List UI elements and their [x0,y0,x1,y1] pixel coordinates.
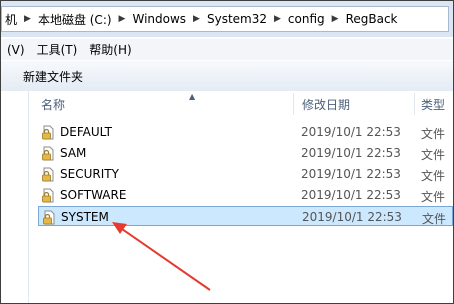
chevron-right-icon[interactable]: ▶ [328,14,343,24]
file-type: 文件 [421,127,446,141]
file-row-security[interactable]: SECURITY 2019/10/1 22:53 文件 [38,164,453,184]
navigation-pane[interactable] [1,91,29,303]
breadcrumb-system32[interactable]: System32 [204,12,270,26]
chevron-right-icon[interactable]: ▶ [189,14,204,24]
address-bar-row: 机 ▶ 本地磁盘 (C:) ▶ Windows ▶ System32 ▶ con… [1,1,453,37]
file-date: 2019/10/1 22:53 [301,188,401,202]
column-header-name[interactable]: 名称 [41,91,65,117]
menu-help[interactable]: 帮助(H) [83,41,137,58]
file-row-default[interactable]: DEFAULT 2019/10/1 22:53 文件 [38,122,453,142]
column-header: ▲ 名称 修改日期 类型 [29,91,453,117]
breadcrumb-regback[interactable]: RegBack [343,12,401,26]
chevron-right-icon[interactable]: ▶ [20,14,35,24]
file-name: SYSTEM [61,210,109,224]
file-date: 2019/10/1 22:53 [301,146,401,160]
menu-tools[interactable]: 工具(T) [31,41,84,58]
breadcrumb-config[interactable]: config [285,12,328,26]
locked-file-icon [42,188,54,203]
file-date: 2019/10/1 22:53 [302,210,402,224]
locked-file-icon [42,125,54,140]
explorer-window: 机 ▶ 本地磁盘 (C:) ▶ Windows ▶ System32 ▶ con… [0,0,454,304]
column-header-type[interactable]: 类型 [421,91,445,117]
file-name: SOFTWARE [60,188,127,202]
locked-file-icon [42,146,54,161]
locked-file-icon [42,167,54,182]
menu-view[interactable]: (V) [1,43,31,57]
column-divider[interactable] [414,93,415,115]
file-type: 文件 [422,212,447,226]
file-row-software[interactable]: SOFTWARE 2019/10/1 22:53 文件 [38,185,453,205]
file-type: 文件 [421,148,446,162]
column-header-date[interactable]: 修改日期 [302,91,350,117]
file-row-system[interactable]: SYSTEM 2019/10/1 22:53 文件 [38,206,453,226]
menu-bar: (V) 工具(T) 帮助(H) [1,39,453,60]
command-bar: 新建文件夹 [1,61,453,92]
file-name: SAM [60,146,87,160]
chevron-right-icon[interactable]: ▶ [270,14,285,24]
file-name: SECURITY [60,167,119,181]
file-type: 文件 [421,169,446,183]
breadcrumb-windows[interactable]: Windows [129,12,189,26]
file-row-sam[interactable]: SAM 2019/10/1 22:53 文件 [38,143,453,163]
file-type: 文件 [421,190,446,204]
breadcrumb-local-disk[interactable]: 本地磁盘 (C:) [35,11,115,28]
locked-file-icon [43,210,55,225]
chevron-right-icon[interactable]: ▶ [115,14,130,24]
file-date: 2019/10/1 22:53 [301,125,401,139]
file-list-pane: ▲ 名称 修改日期 类型 DEFAULT 2019/10/1 22:53 文件 [1,91,453,303]
sort-ascending-icon: ▲ [189,92,196,101]
file-name: DEFAULT [60,125,112,139]
column-divider[interactable] [293,93,294,115]
file-date: 2019/10/1 22:53 [301,167,401,181]
new-folder-button[interactable]: 新建文件夹 [23,68,83,85]
address-bar[interactable]: 机 ▶ 本地磁盘 (C:) ▶ Windows ▶ System32 ▶ con… [1,6,449,32]
breadcrumb-computer[interactable]: 机 [2,11,20,28]
